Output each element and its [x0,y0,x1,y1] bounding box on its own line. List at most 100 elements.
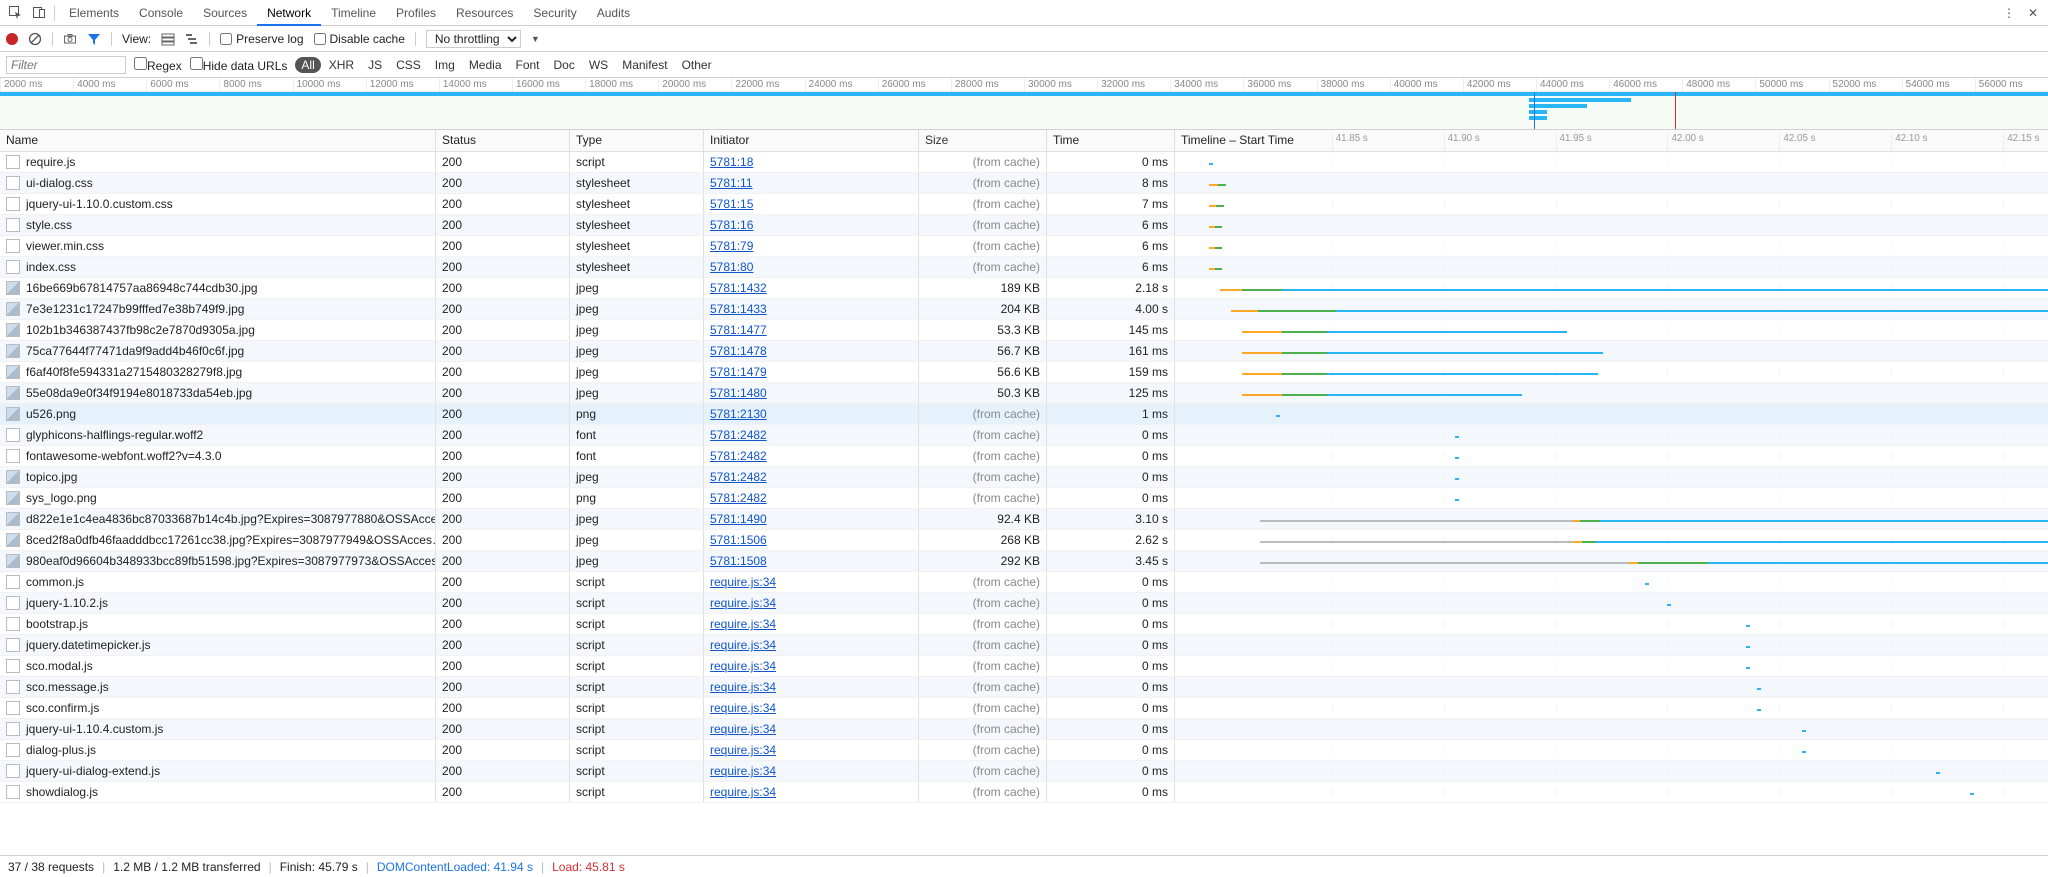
col-type[interactable]: Type [570,130,704,151]
request-initiator[interactable]: require.js:34 [704,719,919,739]
request-initiator[interactable]: 5781:1477 [704,320,919,340]
request-row[interactable]: 7e3e1231c17247b99fffed7e38b749f9.jpg200j… [0,299,2048,320]
col-status[interactable]: Status [436,130,570,151]
request-initiator[interactable]: 5781:1432 [704,278,919,298]
request-initiator[interactable]: require.js:34 [704,677,919,697]
request-initiator[interactable]: 5781:2482 [704,446,919,466]
record-icon[interactable] [6,33,18,45]
filter-chip-xhr[interactable]: XHR [323,57,360,73]
col-waterfall[interactable]: Timeline – Start Time 41.85 s41.90 s41.9… [1175,130,2048,151]
request-row[interactable]: f6af40f8fe594331a2715480328279f8.jpg200j… [0,362,2048,383]
request-row[interactable]: jquery-ui-1.10.4.custom.js200scriptrequi… [0,719,2048,740]
filter-chip-css[interactable]: CSS [390,57,427,73]
request-initiator[interactable]: 5781:2482 [704,467,919,487]
col-size[interactable]: Size [919,130,1047,151]
request-initiator[interactable]: require.js:34 [704,593,919,613]
more-icon[interactable]: ⋮ [1998,2,2020,24]
request-row[interactable]: jquery-ui-dialog-extend.js200scriptrequi… [0,761,2048,782]
dropdown-icon[interactable]: ▼ [531,34,540,44]
request-initiator[interactable]: require.js:34 [704,635,919,655]
request-initiator[interactable]: 5781:2482 [704,488,919,508]
waterfall-view-icon[interactable] [185,32,199,46]
request-row[interactable]: bootstrap.js200scriptrequire.js:34(from … [0,614,2048,635]
request-initiator[interactable]: 5781:1490 [704,509,919,529]
request-row[interactable]: 55e08da9e0f34f9194e8018733da54eb.jpg200j… [0,383,2048,404]
clear-icon[interactable] [28,32,42,46]
filter-chip-ws[interactable]: WS [583,57,614,73]
request-row[interactable]: sco.confirm.js200scriptrequire.js:34(fro… [0,698,2048,719]
request-initiator[interactable]: 5781:11 [704,173,919,193]
tab-resources[interactable]: Resources [446,0,523,26]
request-row[interactable]: style.css200stylesheet5781:16(from cache… [0,215,2048,236]
request-row[interactable]: 8ced2f8a0dfb46faadddbcc17261cc38.jpg?Exp… [0,530,2048,551]
request-row[interactable]: 102b1b346387437fb98c2e7870d9305a.jpg200j… [0,320,2048,341]
request-initiator[interactable]: 5781:1433 [704,299,919,319]
request-row[interactable]: require.js200script5781:18(from cache)0 … [0,152,2048,173]
filter-chip-js[interactable]: JS [362,57,388,73]
request-initiator[interactable]: 5781:1479 [704,362,919,382]
request-row[interactable]: sco.message.js200scriptrequire.js:34(fro… [0,677,2048,698]
request-row[interactable]: dialog-plus.js200scriptrequire.js:34(fro… [0,740,2048,761]
overview[interactable]: 2000 ms4000 ms6000 ms8000 ms10000 ms1200… [0,78,2048,130]
regex-checkbox[interactable]: Regex [134,57,182,73]
request-initiator[interactable]: 5781:79 [704,236,919,256]
request-row[interactable]: topico.jpg200jpeg5781:2482(from cache)0 … [0,467,2048,488]
device-icon[interactable] [28,2,50,24]
request-initiator[interactable]: require.js:34 [704,761,919,781]
filter-chip-doc[interactable]: Doc [548,57,581,73]
tab-network[interactable]: Network [257,0,321,26]
request-initiator[interactable]: 5781:18 [704,152,919,172]
large-rows-icon[interactable] [161,32,175,46]
request-initiator[interactable]: 5781:80 [704,257,919,277]
filter-chip-img[interactable]: Img [429,57,461,73]
request-initiator[interactable]: 5781:1506 [704,530,919,550]
col-time[interactable]: Time [1047,130,1175,151]
preserve-log-checkbox[interactable]: Preserve log [220,32,303,46]
request-row[interactable]: u526.png200png5781:2130(from cache)1 ms [0,404,2048,425]
col-name[interactable]: Name [0,130,436,151]
request-initiator[interactable]: 5781:1480 [704,383,919,403]
tab-elements[interactable]: Elements [59,0,129,26]
hide-data-urls-checkbox[interactable]: Hide data URLs [190,57,288,73]
request-initiator[interactable]: require.js:34 [704,782,919,802]
tab-security[interactable]: Security [523,0,586,26]
request-row[interactable]: fontawesome-webfont.woff2?v=4.3.0200font… [0,446,2048,467]
filter-chip-media[interactable]: Media [463,57,508,73]
throttling-select[interactable]: No throttling [426,30,521,48]
filter-icon[interactable] [87,32,101,46]
request-row[interactable]: jquery-1.10.2.js200scriptrequire.js:34(f… [0,593,2048,614]
inspect-icon[interactable] [4,2,26,24]
tab-profiles[interactable]: Profiles [386,0,446,26]
tab-timeline[interactable]: Timeline [321,0,386,26]
capture-icon[interactable] [63,32,77,46]
request-initiator[interactable]: 5781:15 [704,194,919,214]
request-row[interactable]: d822e1e1c4ea4836bc87033687b14c4b.jpg?Exp… [0,509,2048,530]
request-row[interactable]: 75ca77644f77471da9f9add4b46f0c6f.jpg200j… [0,341,2048,362]
request-initiator[interactable]: 5781:2130 [704,404,919,424]
disable-cache-checkbox[interactable]: Disable cache [314,32,405,46]
filter-chip-all[interactable]: All [295,57,320,73]
request-initiator[interactable]: 5781:1508 [704,551,919,571]
request-row[interactable]: jquery.datetimepicker.js200scriptrequire… [0,635,2048,656]
request-initiator[interactable]: require.js:34 [704,572,919,592]
tab-audits[interactable]: Audits [587,0,640,26]
tab-console[interactable]: Console [129,0,193,26]
filter-chip-manifest[interactable]: Manifest [616,57,673,73]
request-row[interactable]: index.css200stylesheet5781:80(from cache… [0,257,2048,278]
filter-chip-other[interactable]: Other [676,57,718,73]
request-initiator[interactable]: require.js:34 [704,656,919,676]
filter-input[interactable] [6,56,126,74]
request-row[interactable]: showdialog.js200scriptrequire.js:34(from… [0,782,2048,803]
col-initiator[interactable]: Initiator [704,130,919,151]
request-initiator[interactable]: 5781:2482 [704,425,919,445]
request-initiator[interactable]: require.js:34 [704,698,919,718]
close-icon[interactable]: ✕ [2022,2,2044,24]
request-row[interactable]: common.js200scriptrequire.js:34(from cac… [0,572,2048,593]
request-row[interactable]: sco.modal.js200scriptrequire.js:34(from … [0,656,2048,677]
request-row[interactable]: jquery-ui-1.10.0.custom.css200stylesheet… [0,194,2048,215]
filter-chip-font[interactable]: Font [510,57,546,73]
table-header[interactable]: Name Status Type Initiator Size Time Tim… [0,130,2048,152]
request-initiator[interactable]: 5781:16 [704,215,919,235]
request-row[interactable]: 980eaf0d96604b348933bcc89fb51598.jpg?Exp… [0,551,2048,572]
tab-sources[interactable]: Sources [193,0,257,26]
